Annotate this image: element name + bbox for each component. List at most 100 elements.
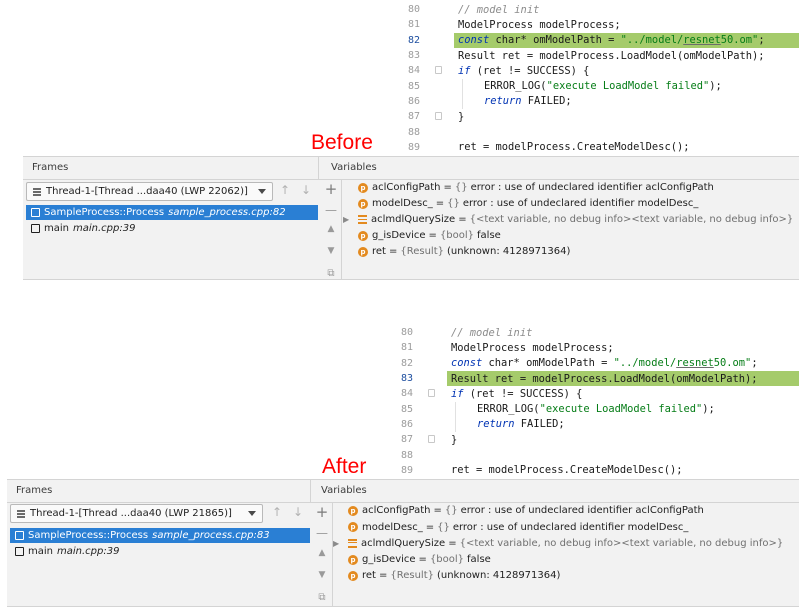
code-token: 50.om" — [720, 34, 759, 47]
code-line: 81 ModelProcess modelProcess; — [383, 340, 799, 355]
code-text: const char* omModelPath = "../model/resn… — [454, 32, 799, 48]
fold-gutter[interactable] — [420, 109, 454, 124]
frame-down-arrow-icon[interactable]: ↓ — [301, 183, 311, 197]
variable-row[interactable]: aclmdlQuerySize = {<text variable, no debu… — [348, 536, 783, 552]
line-number: 80 — [407, 4, 420, 16]
indent-guide — [455, 416, 456, 433]
frame-function: SampleProcess::Process — [28, 530, 149, 541]
variable-row[interactable]: p aclConfigPath ={} error : use of undeclar… — [348, 503, 704, 519]
variable-row[interactable]: p g_isDevice = {bool} false — [348, 552, 491, 568]
code-line: 84 if (ret != SUCCESS) { — [383, 386, 799, 401]
fold-marker-icon[interactable] — [428, 389, 435, 398]
add-watch-plus-icon[interactable]: + — [321, 180, 341, 198]
fold-gutter — [413, 371, 447, 386]
variable-row[interactable]: p g_isDevice = {bool} false — [358, 228, 501, 244]
code-text: // model init — [454, 2, 799, 17]
frame-row[interactable]: main main.cpp:39 — [10, 544, 310, 559]
code-token: } — [458, 110, 465, 123]
variable-equals: = — [428, 230, 437, 242]
code-token: 50.om" — [713, 357, 752, 370]
frame-up-arrow-icon[interactable]: ↑ — [272, 505, 282, 519]
frame-file: sample_process.cpp:82 — [168, 207, 286, 218]
code-token: "execute LoadModel failed" — [546, 80, 710, 93]
thread-selector[interactable]: Thread-1-[Thread ...daa40 (LWP 21865)] — [10, 504, 263, 523]
frame-up-arrow-icon[interactable]: ↑ — [280, 183, 290, 197]
frame-file: sample_process.cpp:83 — [152, 530, 270, 541]
expand-arrow-icon[interactable]: ▶ — [333, 539, 339, 548]
frame-row[interactable]: main main.cpp:39 — [26, 221, 318, 236]
code-text: // model init — [447, 325, 799, 340]
fold-gutter — [413, 402, 447, 417]
variable-type: {bool} — [439, 230, 475, 242]
move-down-icon[interactable]: ▼ — [321, 246, 341, 256]
variable-row[interactable]: p ret = {Result} (unknown: 4128971364) — [358, 244, 570, 260]
code-token: ModelProcess modelProcess; — [451, 341, 614, 354]
line-number: 86 — [407, 95, 420, 107]
copy-icon[interactable]: ⧉ — [321, 268, 341, 279]
code-line: 89 ret = modelProcess.CreateModelDesc(); — [383, 463, 799, 478]
variable-type: {} — [447, 198, 460, 210]
thread-selector[interactable]: Thread-1-[Thread ...daa40 (LWP 22062)] — [26, 182, 273, 201]
variable-equals: = — [388, 246, 398, 258]
line-number: 83 — [400, 373, 413, 385]
code-token: if — [451, 387, 464, 400]
code-token: FAILED; — [514, 418, 565, 431]
code-line: 80 // model init — [383, 325, 799, 340]
move-down-icon[interactable]: ▼ — [312, 570, 332, 580]
expand-arrow-icon[interactable]: ▶ — [343, 215, 349, 224]
line-number: 83 — [407, 50, 420, 62]
code-editor-after[interactable]: 80 // model init 81 ModelProcess modelProce… — [383, 325, 799, 483]
copy-icon[interactable]: ⧉ — [312, 592, 332, 603]
variable-name: g_isDevice — [372, 230, 426, 242]
code-text: ret = modelProcess.CreateModelDesc(); — [454, 140, 799, 155]
code-token: char* omModelPath = — [489, 34, 621, 47]
move-up-icon[interactable]: ▲ — [312, 548, 332, 558]
line-number: 80 — [400, 327, 413, 339]
thread-selector-value: Thread-1-[Thread ...daa40 (LWP 21865)] — [30, 508, 232, 519]
fold-marker-icon[interactable] — [428, 435, 435, 444]
chevron-down-icon — [258, 189, 266, 194]
variable-row[interactable]: p modelDesc_ ={} error : use of undeclared … — [358, 196, 698, 212]
line-number: 87 — [400, 434, 413, 446]
line-number: 86 — [400, 418, 413, 430]
variable-row[interactable]: p modelDesc_ ={} error : use of undeclared … — [348, 519, 688, 535]
remove-watch-minus-icon[interactable]: — — [312, 526, 332, 540]
variable-row[interactable]: p aclConfigPath ={} error : use of undeclar… — [358, 180, 714, 196]
frame-row[interactable]: SampleProcess::Process sample_process.cpp… — [10, 528, 310, 543]
fold-gutter — [413, 417, 447, 432]
thread-icon — [33, 187, 41, 196]
move-up-icon[interactable]: ▲ — [321, 224, 341, 234]
debugger-panel-before: Frames Variables Thread-1-[Thread ...daa… — [23, 156, 799, 280]
primitive-variable-icon: p — [358, 182, 368, 193]
debugger-panel-after: Frames Variables Thread-1-[Thread ...daa… — [7, 479, 799, 607]
code-token: (ret != SUCCESS) { — [470, 64, 590, 77]
line-number: 89 — [400, 464, 413, 476]
frame-row[interactable]: SampleProcess::Process sample_process.cpp… — [26, 205, 318, 220]
code-editor-before[interactable]: 80 // model init 81 ModelProcess modelProce… — [390, 2, 799, 160]
variable-row[interactable]: aclmdlQuerySize = {<text variable, no debu… — [358, 212, 793, 228]
variable-name: ret — [372, 246, 386, 258]
variable-equals: = — [418, 554, 427, 566]
fold-marker-icon[interactable] — [435, 66, 442, 75]
add-watch-plus-icon[interactable]: + — [312, 503, 332, 521]
fold-gutter — [420, 124, 454, 139]
line-number: 85 — [400, 403, 413, 415]
code-token: ERROR_LOG( — [477, 403, 540, 416]
frame-down-arrow-icon[interactable]: ↓ — [293, 505, 303, 519]
fold-gutter[interactable] — [413, 432, 447, 447]
primitive-variable-icon: p — [348, 570, 358, 581]
code-line: 83 Result ret = modelProcess.LoadModel(om… — [383, 370, 799, 387]
code-token: // model init — [458, 3, 540, 16]
variable-row[interactable]: p ret = {Result} (unknown: 4128971364) — [348, 568, 560, 584]
remove-watch-minus-icon[interactable]: — — [321, 203, 341, 217]
fold-marker-icon[interactable] — [435, 112, 442, 121]
fold-gutter[interactable] — [420, 63, 454, 78]
fold-gutter — [413, 340, 447, 355]
fold-gutter[interactable] — [413, 386, 447, 401]
code-line: 80 // model init — [390, 2, 799, 17]
code-token: if — [458, 64, 471, 77]
fold-gutter — [420, 79, 454, 94]
variable-type: {<text variable, no debug info><text var… — [469, 214, 794, 226]
array-variable-icon — [358, 215, 367, 225]
